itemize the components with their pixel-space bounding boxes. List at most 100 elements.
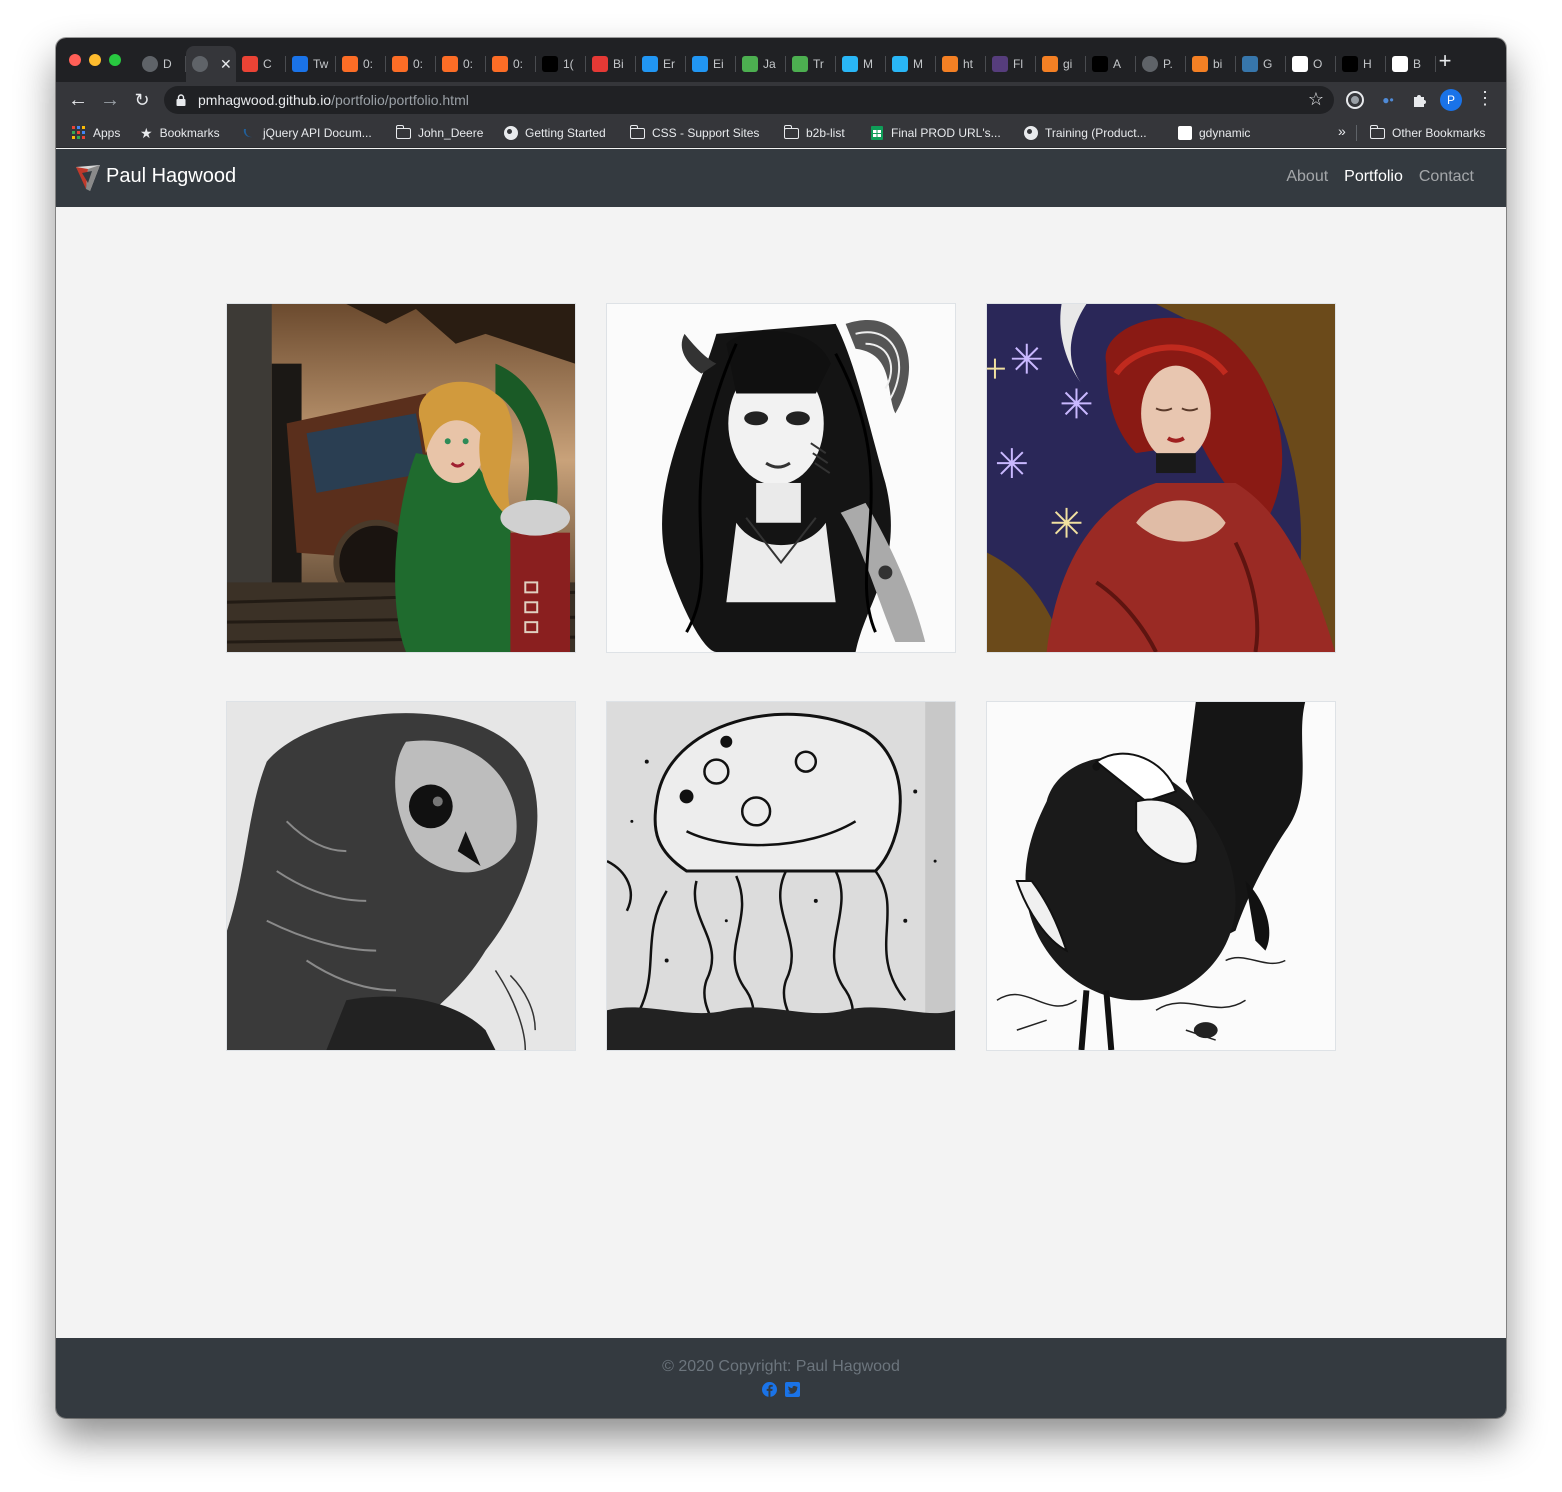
bookmark-b2b-list[interactable]: b2b-list <box>783 124 845 142</box>
bookmark-apps[interactable]: Apps <box>72 124 120 142</box>
gallery-image-horned-girl[interactable] <box>606 303 956 653</box>
tab-label: Fl <box>1013 57 1023 71</box>
jquery-icon <box>243 129 252 138</box>
gallery-image-steampunk-girl[interactable] <box>226 303 576 653</box>
globe-icon <box>142 56 158 72</box>
twitter-icon[interactable] <box>785 1382 800 1397</box>
bookmark-star-icon[interactable]: ☆ <box>1308 89 1324 110</box>
browser-tab[interactable]: Er <box>636 46 686 82</box>
globe-icon <box>192 56 208 72</box>
browser-tab[interactable]: 0: <box>486 46 536 82</box>
bookmark-label: b2b-list <box>806 126 845 140</box>
browser-tab[interactable]: bi <box>1186 46 1236 82</box>
minimize-window-button[interactable] <box>89 54 101 66</box>
browser-tab[interactable]: A <box>1086 46 1136 82</box>
address-bar[interactable]: pmhagwood.github.io/portfolio/portfolio.… <box>164 86 1334 114</box>
bookmark-gdynamic[interactable]: gdynamic <box>1178 124 1250 142</box>
extension-record-icon[interactable] <box>1348 93 1362 107</box>
horned-girl-artwork <box>607 304 955 652</box>
browser-tab[interactable]: gi <box>1036 46 1086 82</box>
browser-tab[interactable]: M <box>836 46 886 82</box>
b-icon <box>1092 56 1108 72</box>
bookmark-other-bookmarks[interactable]: Other Bookmarks <box>1369 124 1485 142</box>
browser-tab[interactable]: B <box>1386 46 1436 82</box>
browser-tab[interactable]: ✕ <box>186 46 236 82</box>
nav-portfolio[interactable]: Portfolio <box>1344 168 1403 186</box>
bookmarks-bar: Apps ★ Bookmarks jQuery API Docum... Joh… <box>56 118 1506 148</box>
profile-avatar[interactable]: P <box>1440 89 1462 111</box>
browser-tab[interactable]: 0: <box>336 46 386 82</box>
tab-label: C <box>263 57 272 71</box>
github-icon <box>1392 56 1408 72</box>
new-tab-button[interactable]: + <box>1432 48 1458 74</box>
bookmark-jquery[interactable]: jQuery API Docum... <box>242 124 372 142</box>
browser-toolbar: ← → ↻ pmhagwood.github.io/portfolio/port… <box>56 82 1506 118</box>
gallery-image-crow[interactable] <box>986 701 1336 1051</box>
folder-icon <box>629 124 645 139</box>
bookmarks-overflow-button[interactable]: » <box>1338 123 1346 139</box>
bookmark-getting-started[interactable]: Getting Started <box>504 124 606 142</box>
gallery-image-owl[interactable] <box>226 701 576 1051</box>
close-window-button[interactable] <box>69 54 81 66</box>
browser-tab[interactable]: 1( <box>536 46 586 82</box>
browser-tab[interactable]: Ja <box>736 46 786 82</box>
brand-logo-icon[interactable] <box>74 163 102 193</box>
browser-menu-icon[interactable]: ⋮ <box>1476 88 1494 109</box>
tab-label: Tw <box>313 57 329 71</box>
gitlab-icon <box>342 56 358 72</box>
star-icon: ★ <box>140 124 153 141</box>
browser-tab[interactable]: C <box>236 46 286 82</box>
browser-tab[interactable]: 0: <box>386 46 436 82</box>
browser-tab[interactable]: D <box>136 46 186 82</box>
nav-about[interactable]: About <box>1286 168 1328 186</box>
tab-label: G <box>1263 57 1273 71</box>
site-brand[interactable]: Paul Hagwood <box>106 165 236 188</box>
browser-window: D ✕ C Tw 0: 0: 0: 0: 1(Bi Er Ei Ja Tr M Mht Fl gi A P. bi G O… <box>56 38 1506 1418</box>
gmail-icon <box>242 56 258 72</box>
gallery-image-red-haired-woman[interactable] <box>986 303 1336 653</box>
copyright-text: © 2020 Copyright: Paul Hagwood <box>662 1358 900 1375</box>
url-host: pmhagwood.github.io <box>198 92 332 108</box>
browser-tab[interactable]: G <box>1236 46 1286 82</box>
browser-tab[interactable]: Tr <box>786 46 836 82</box>
red-haired-woman-artwork <box>987 304 1335 652</box>
bookmark-training[interactable]: Training (Product... <box>1024 124 1147 142</box>
gallery-image-jellyfish[interactable] <box>606 701 956 1051</box>
close-tab-icon[interactable]: ✕ <box>220 56 232 73</box>
flag-icon <box>292 56 308 72</box>
globe-icon <box>1142 56 1158 72</box>
maximize-window-button[interactable] <box>109 54 121 66</box>
bootstrap-icon <box>992 56 1008 72</box>
extensions-puzzle-icon[interactable] <box>1410 90 1430 110</box>
browser-tab[interactable]: H <box>1336 46 1386 82</box>
tab-label: 0: <box>463 57 474 71</box>
facebook-icon[interactable] <box>762 1382 777 1397</box>
browser-tab[interactable]: ht <box>936 46 986 82</box>
browser-tab[interactable]: Bi <box>586 46 636 82</box>
tab-label: 0: <box>513 57 524 71</box>
globe-icon <box>1024 126 1038 140</box>
browser-tab[interactable]: O <box>1286 46 1336 82</box>
nav-contact[interactable]: Contact <box>1419 168 1474 186</box>
browser-tab[interactable]: Fl <box>986 46 1036 82</box>
tab-label: gi <box>1063 57 1073 71</box>
forward-button[interactable]: → <box>98 88 122 112</box>
browser-tab[interactable]: M <box>886 46 936 82</box>
back-button[interactable]: ← <box>66 88 90 112</box>
browser-tab[interactable]: Ei <box>686 46 736 82</box>
browser-tab[interactable]: 0: <box>436 46 486 82</box>
browser-tab[interactable]: P. <box>1136 46 1186 82</box>
tab-label: D <box>163 57 172 71</box>
bookmark-bookmarks[interactable]: ★ Bookmarks <box>140 124 220 142</box>
site-navbar: Paul Hagwood About Portfolio Contact <box>56 149 1506 207</box>
tab-label: ht <box>963 57 974 71</box>
tab-label: Tr <box>813 57 824 71</box>
bookmark-css-support[interactable]: CSS - Support Sites <box>629 124 759 142</box>
reload-button[interactable]: ↻ <box>130 88 154 112</box>
tab-label: H <box>1363 57 1372 71</box>
browser-tab[interactable]: Tw <box>286 46 336 82</box>
extension-paw-icon[interactable]: ●• <box>1378 90 1398 110</box>
owl-artwork <box>227 702 575 1050</box>
bookmark-final-prod[interactable]: Final PROD URL's... <box>870 124 1001 142</box>
bookmark-john-deere[interactable]: John_Deere <box>395 124 483 142</box>
